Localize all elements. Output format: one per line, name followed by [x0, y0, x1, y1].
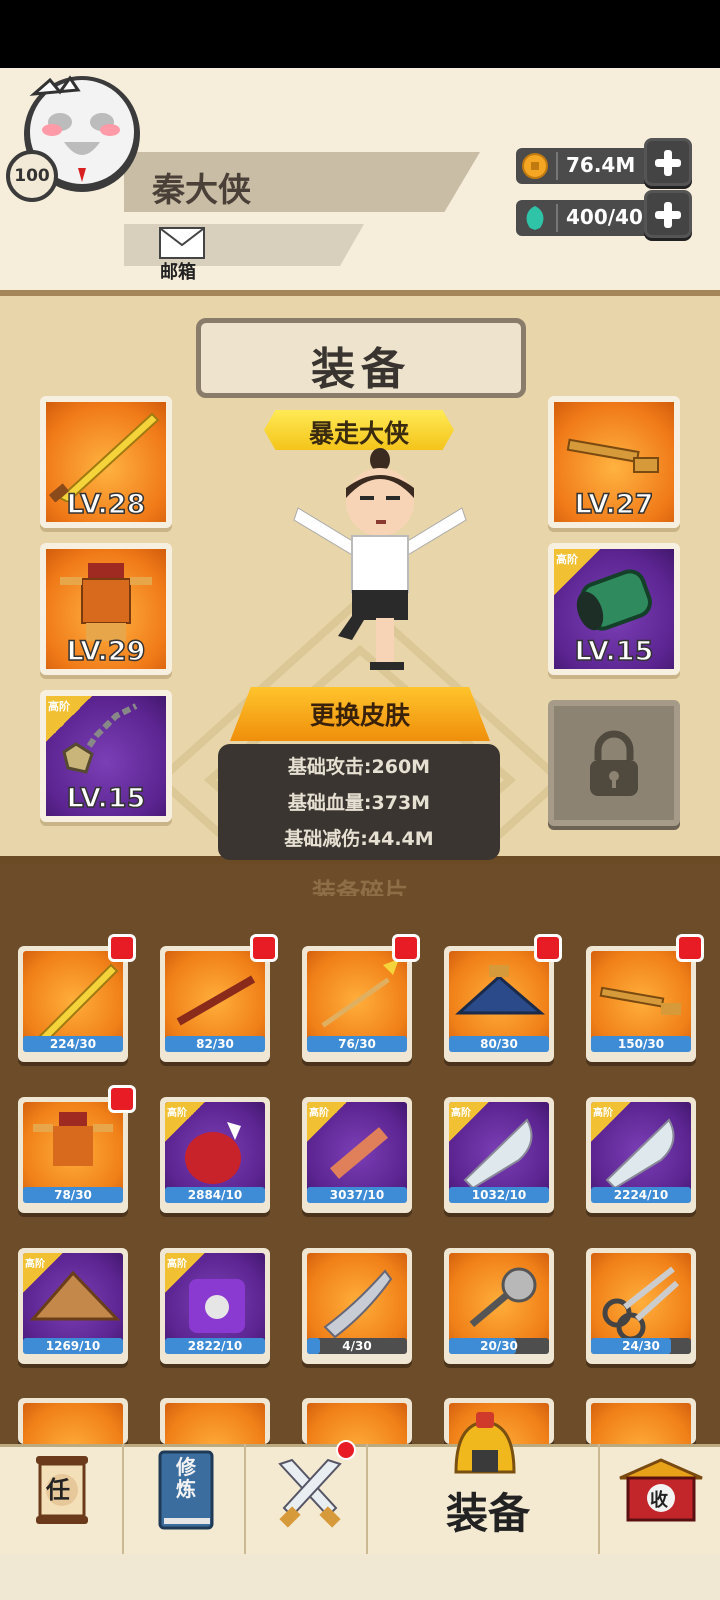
item-count: 80/30 — [449, 1036, 549, 1052]
slot-necklace[interactable]: 高阶 LV.15 — [40, 690, 172, 822]
item-count: 150/30 — [591, 1036, 691, 1052]
golden-sword-icon — [48, 412, 160, 504]
notification-badge — [676, 934, 704, 962]
coin-value: 76.4M — [566, 153, 636, 177]
item-count: 2884/10 — [165, 1187, 265, 1203]
tab-cultivate[interactable]: 修炼 — [124, 1444, 246, 1554]
item-count: 20/30 — [449, 1338, 549, 1354]
inventory-item[interactable] — [302, 1398, 412, 1444]
slot-bracer[interactable]: 高阶 LV.15 — [548, 543, 680, 675]
inventory-item[interactable]: 高阶 1032/10 — [444, 1097, 554, 1213]
inventory-item[interactable]: 82/30 — [160, 946, 270, 1062]
slot-weapon[interactable]: LV.28 — [40, 396, 172, 528]
notification-badge — [534, 934, 562, 962]
inventory-item[interactable]: 78/30 — [18, 1097, 128, 1213]
inventory-item[interactable]: 80/30 — [444, 946, 554, 1062]
item-count: 4/30 — [307, 1338, 407, 1354]
tab-collect-glyph: 收 — [650, 1490, 668, 1511]
slot-level: LV.15 — [66, 782, 146, 815]
item-count: 1269/10 — [23, 1338, 123, 1354]
advanced-tag: 高阶 — [165, 1102, 205, 1142]
advanced-tag: 高阶 — [46, 696, 92, 742]
stat-health: 基础血量:373M — [287, 792, 431, 814]
slot-level: LV.27 — [574, 488, 654, 521]
crossed-swords-icon — [278, 1458, 342, 1528]
inventory-item[interactable]: 20/30 — [444, 1248, 554, 1364]
inventory-item[interactable]: 高阶 2822/10 — [160, 1248, 270, 1364]
inventory-item[interactable]: 150/30 — [586, 946, 696, 1062]
inventory-item[interactable]: 24/30 — [586, 1248, 696, 1364]
change-skin-label[interactable]: 更换皮肤 — [230, 696, 490, 732]
advanced-tag: 高阶 — [591, 1102, 631, 1142]
key-icon — [566, 438, 659, 473]
energy-gem-icon — [526, 206, 544, 230]
energy-value: 400/40 — [566, 205, 643, 229]
app-screen: { "player": { "name": "秦大侠", "level": "1… — [0, 0, 720, 1600]
inventory-item[interactable] — [18, 1398, 128, 1444]
inventory-item[interactable]: 76/30 — [302, 946, 412, 1062]
mail-label[interactable]: 邮箱 — [160, 258, 196, 284]
notification-badge — [392, 934, 420, 962]
helmet-icon — [454, 1412, 516, 1474]
stat-damage-reduction: 基础减伤:44.4M — [284, 828, 434, 850]
inventory-item[interactable]: 高阶 2884/10 — [160, 1097, 270, 1213]
tab-battle[interactable] — [246, 1440, 368, 1554]
advanced-tag: 高阶 — [554, 549, 600, 595]
advanced-tag: 高阶 — [165, 1253, 205, 1293]
slot-level: LV.29 — [66, 635, 146, 668]
tab-cultivate-glyph: 修炼 — [176, 1455, 196, 1501]
add-energy-button[interactable] — [644, 190, 692, 238]
inventory-item[interactable]: 224/30 — [18, 946, 128, 1062]
item-count: 24/30 — [591, 1338, 691, 1354]
stat-attack: 基础攻击:260M — [287, 756, 431, 778]
item-count: 78/30 — [23, 1187, 123, 1203]
item-count: 2822/10 — [165, 1338, 265, 1354]
slot-accessory[interactable]: LV.27 — [548, 396, 680, 528]
divider — [556, 204, 558, 232]
item-count: 1032/10 — [449, 1187, 549, 1203]
slot-armor[interactable]: LV.29 — [40, 543, 172, 675]
mail-icon[interactable] — [159, 227, 205, 259]
advanced-tag: 高阶 — [307, 1102, 347, 1142]
player-level-badge: 100 — [6, 150, 58, 202]
hero-character[interactable] — [290, 440, 470, 680]
advanced-tag: 高阶 — [23, 1253, 63, 1293]
divider — [556, 152, 558, 180]
inventory-item[interactable] — [586, 1398, 696, 1444]
item-count: 2224/10 — [591, 1187, 691, 1203]
inventory-item[interactable]: 4/30 — [302, 1248, 412, 1364]
base-stats-box: 基础攻击:260M 基础血量:373M 基础减伤:44.4M — [218, 744, 500, 860]
equipment-title-plate: 装备 — [196, 318, 526, 398]
notification-badge — [250, 934, 278, 962]
inventory-item[interactable]: 高阶 1269/10 — [18, 1248, 128, 1364]
slot-level: LV.28 — [66, 488, 146, 521]
notification-badge — [108, 934, 136, 962]
inventory-item[interactable] — [160, 1398, 270, 1444]
progress-fill — [307, 1338, 320, 1354]
inventory-header: 装备碎片 — [312, 878, 408, 896]
slot-level: LV.15 — [574, 635, 654, 668]
tab-task[interactable]: 任 — [0, 1444, 124, 1554]
coin-icon — [522, 153, 548, 179]
advanced-tag: 高阶 — [449, 1102, 489, 1142]
lock-icon — [590, 730, 638, 796]
equipment-title: 装备 — [311, 344, 411, 395]
item-count: 76/30 — [307, 1036, 407, 1052]
system-nav-strip — [0, 1554, 720, 1600]
tab-equipment-label[interactable]: 装备 — [446, 1480, 530, 1541]
notification-badge — [108, 1085, 136, 1113]
status-bar — [0, 0, 720, 68]
armor-icon — [60, 563, 152, 641]
notification-badge — [336, 1440, 356, 1460]
tab-collect[interactable]: 收 — [600, 1444, 720, 1554]
tab-task-glyph: 任 — [46, 1476, 70, 1504]
add-coins-button[interactable] — [644, 138, 692, 186]
inventory-item[interactable]: 高阶 2224/10 — [586, 1097, 696, 1213]
item-count: 82/30 — [165, 1036, 265, 1052]
item-count: 224/30 — [23, 1036, 123, 1052]
item-count: 3037/10 — [307, 1187, 407, 1203]
slot-locked[interactable] — [548, 700, 680, 826]
player-name: 秦大侠 — [152, 170, 251, 209]
inventory-item[interactable]: 高阶 3037/10 — [302, 1097, 412, 1213]
